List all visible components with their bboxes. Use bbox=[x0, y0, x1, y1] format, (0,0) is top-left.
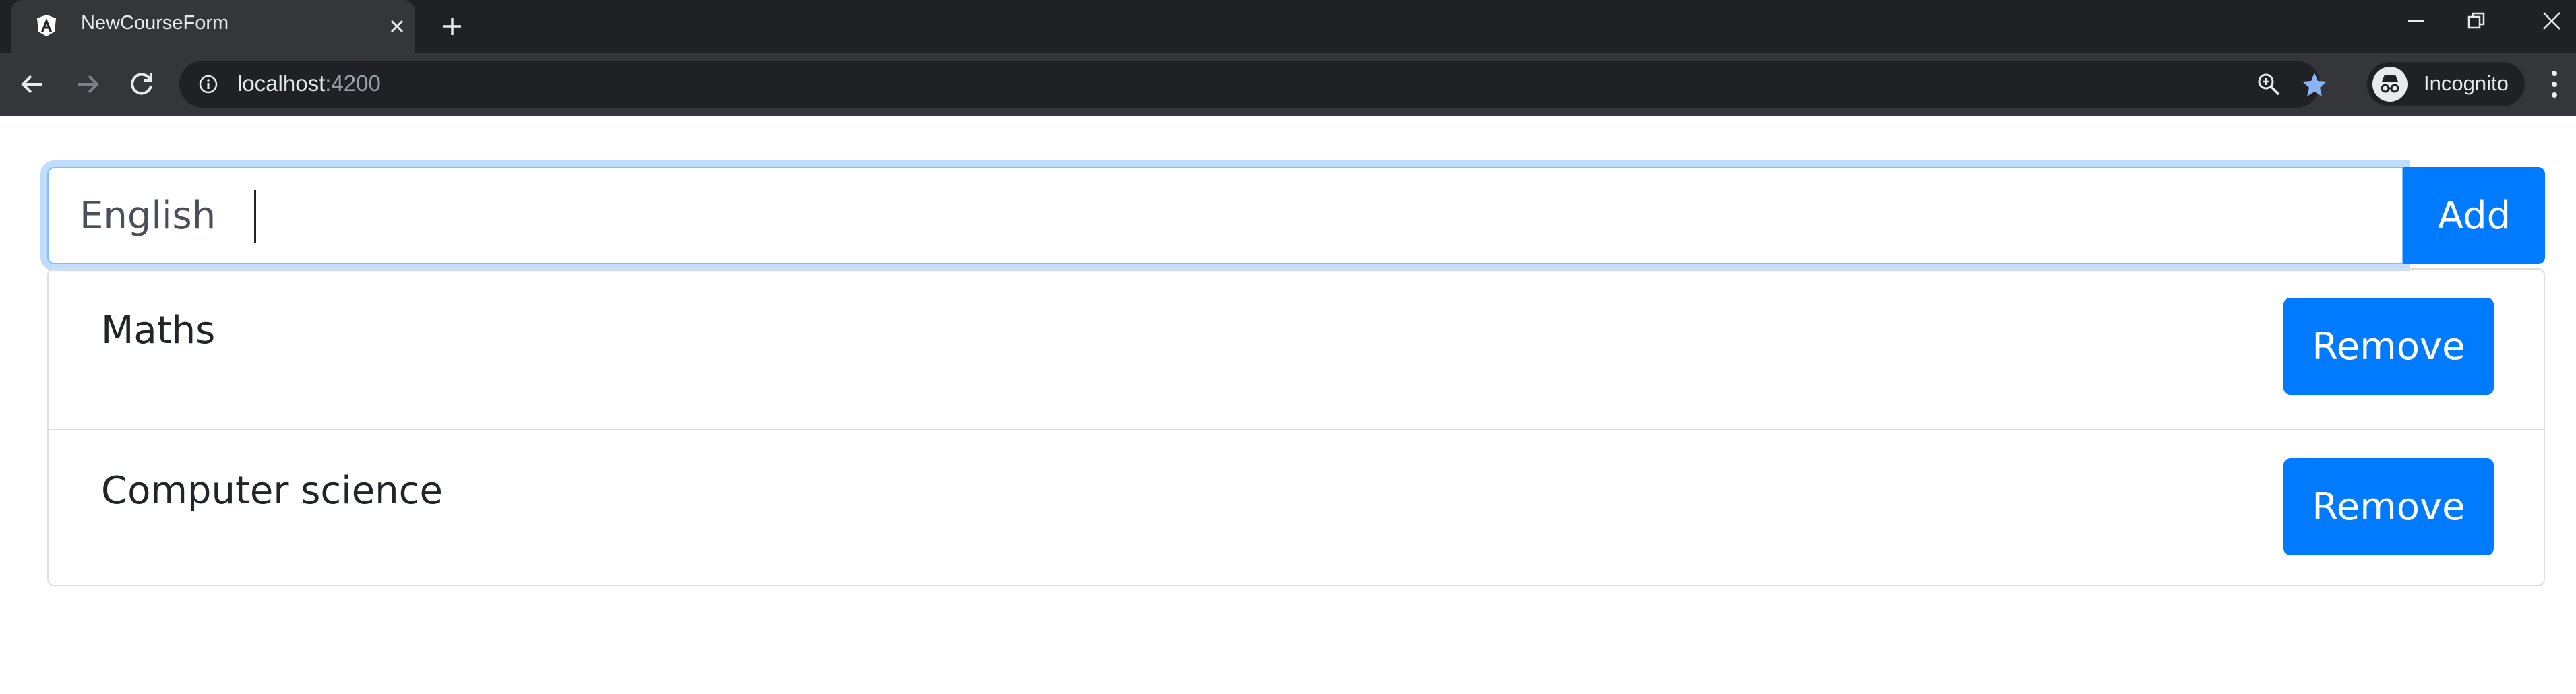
course-name-input[interactable] bbox=[47, 167, 2403, 264]
incognito-icon bbox=[2372, 67, 2408, 102]
address-url: localhost:4200 bbox=[237, 71, 381, 96]
text-caret bbox=[254, 190, 256, 243]
restore-window-icon[interactable] bbox=[2439, 0, 2514, 42]
close-window-icon[interactable] bbox=[2514, 0, 2576, 42]
remove-course-button[interactable]: Remove bbox=[2283, 458, 2494, 555]
browser-toolbar: localhost:4200 Incognito bbox=[0, 53, 2576, 116]
site-info-icon[interactable] bbox=[198, 74, 218, 94]
address-bar[interactable]: localhost:4200 bbox=[179, 61, 2327, 108]
forward-arrow-icon[interactable] bbox=[71, 68, 104, 100]
add-course-form: Add bbox=[47, 167, 2545, 264]
course-list-item: Maths Remove bbox=[49, 270, 2544, 429]
browser-menu-icon[interactable] bbox=[2541, 66, 2568, 102]
course-name: Maths bbox=[101, 309, 216, 352]
url-port: :4200 bbox=[325, 71, 381, 96]
browser-tab[interactable]: NewCourseForm bbox=[11, 0, 415, 53]
url-host: localhost bbox=[237, 71, 326, 96]
new-tab-plus-icon[interactable] bbox=[437, 11, 468, 42]
profile-label: Incognito bbox=[2424, 71, 2509, 95]
back-arrow-icon[interactable] bbox=[16, 68, 49, 100]
angular-favicon-icon bbox=[34, 13, 59, 38]
bookmark-star-icon[interactable] bbox=[2301, 71, 2328, 98]
zoom-icon[interactable] bbox=[2255, 71, 2282, 98]
tab-title: NewCourseForm bbox=[81, 12, 229, 34]
course-list-item: Computer science Remove bbox=[49, 429, 2544, 588]
incognito-profile-chip[interactable]: Incognito bbox=[2367, 62, 2525, 106]
course-list: Maths Remove Computer science Remove bbox=[47, 268, 2545, 586]
add-course-button[interactable]: Add bbox=[2403, 167, 2545, 264]
browser-tabstrip: NewCourseForm bbox=[0, 0, 2576, 53]
close-tab-icon[interactable] bbox=[386, 15, 408, 38]
course-name: Computer science bbox=[101, 469, 443, 513]
reload-icon[interactable] bbox=[125, 68, 158, 100]
remove-course-button[interactable]: Remove bbox=[2283, 298, 2494, 395]
